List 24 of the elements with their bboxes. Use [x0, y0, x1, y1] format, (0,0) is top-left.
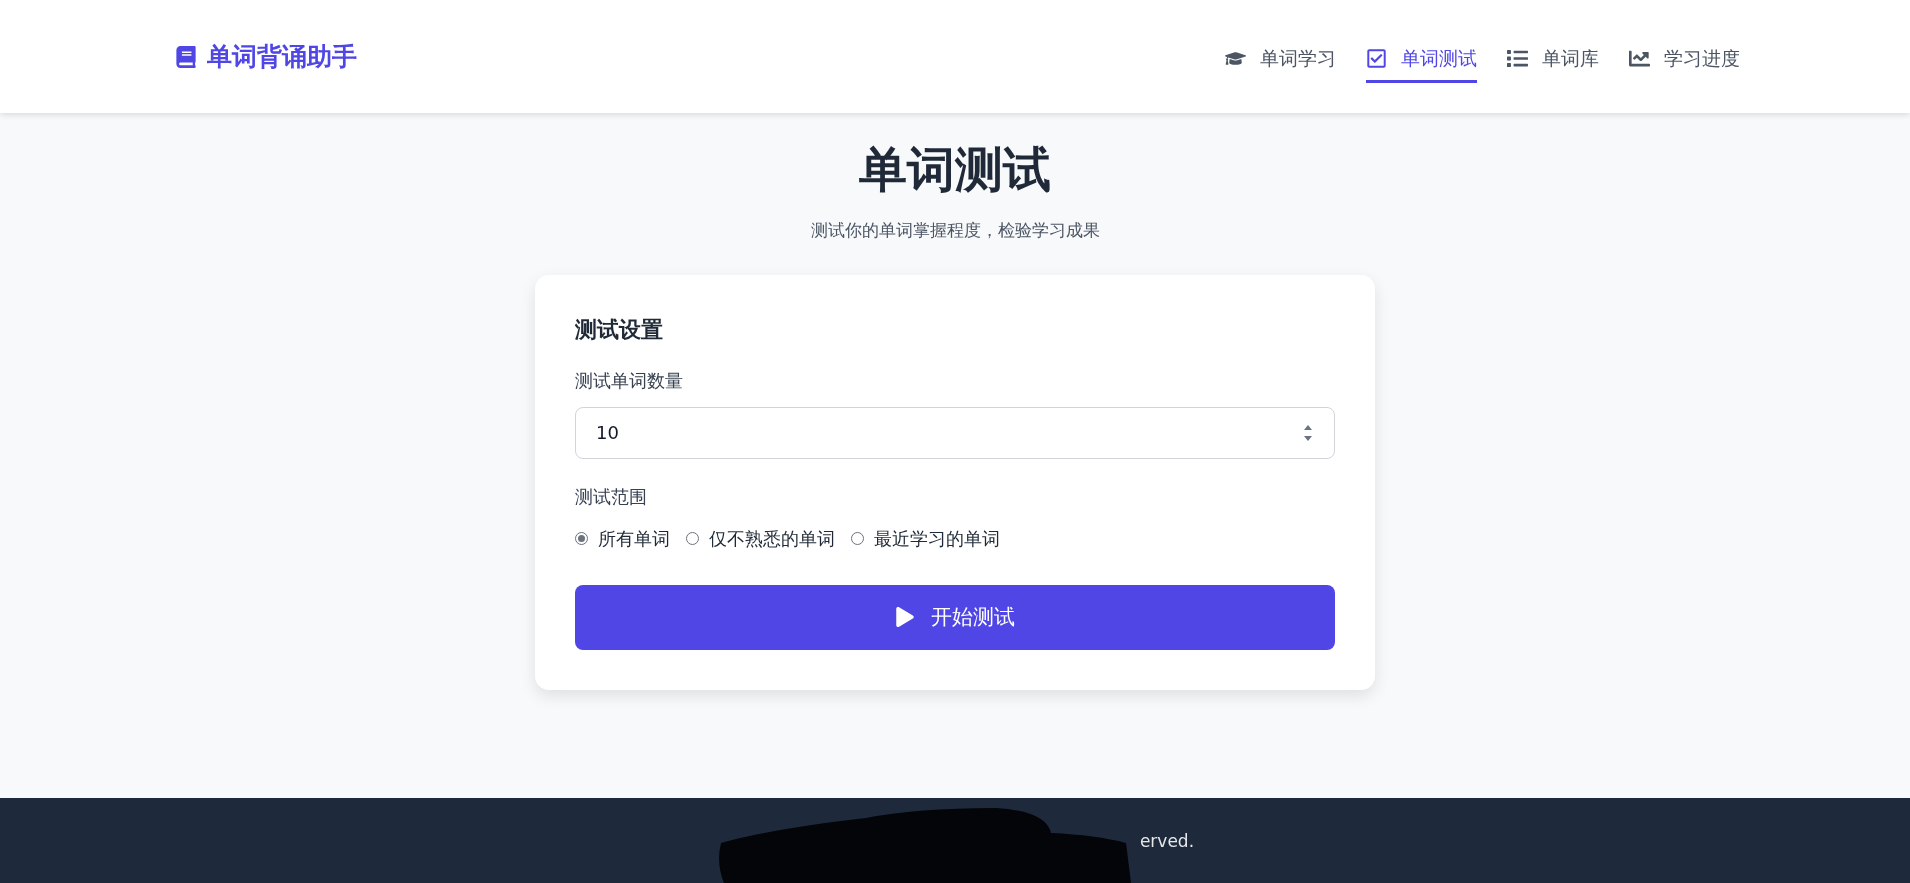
nav-tab[interactable]: 单词学习	[1225, 35, 1336, 83]
radio-option[interactable]: 最近学习的单词	[851, 526, 1000, 551]
card-title: 测试设置	[575, 315, 664, 344]
radio-label: 仅不熟悉的单词	[709, 526, 835, 551]
radio-label: 最近学习的单词	[874, 526, 1000, 551]
field-label: 测试单词数量	[575, 368, 684, 393]
page-subtitle: 测试你的单词掌握程度，检验学习成果	[810, 218, 1100, 242]
nav-tab[interactable]: 单词库	[1507, 35, 1599, 83]
number-field[interactable]: 10	[575, 406, 1335, 459]
checkbox-icon	[1366, 48, 1387, 69]
radio-option[interactable]: 仅不熟悉的单词	[686, 526, 835, 551]
footer-text: erved.	[1139, 830, 1195, 851]
book-icon	[175, 45, 197, 68]
radio-label: 所有单词	[598, 526, 670, 551]
field-label: 测试范围	[575, 484, 648, 509]
nav-tab[interactable]: 学习进度	[1629, 35, 1740, 83]
page-title: 单词测试	[859, 141, 1051, 199]
start-button[interactable]: 开始测试	[575, 584, 1335, 650]
app-logo: 单词背诵助手	[207, 41, 357, 73]
line-chart-icon	[1629, 48, 1650, 69]
radio-option[interactable]: 所有单词	[575, 526, 670, 551]
play-icon	[895, 607, 915, 628]
list-icon	[1507, 48, 1528, 69]
nav-tab[interactable]: 单词测试	[1366, 35, 1477, 83]
